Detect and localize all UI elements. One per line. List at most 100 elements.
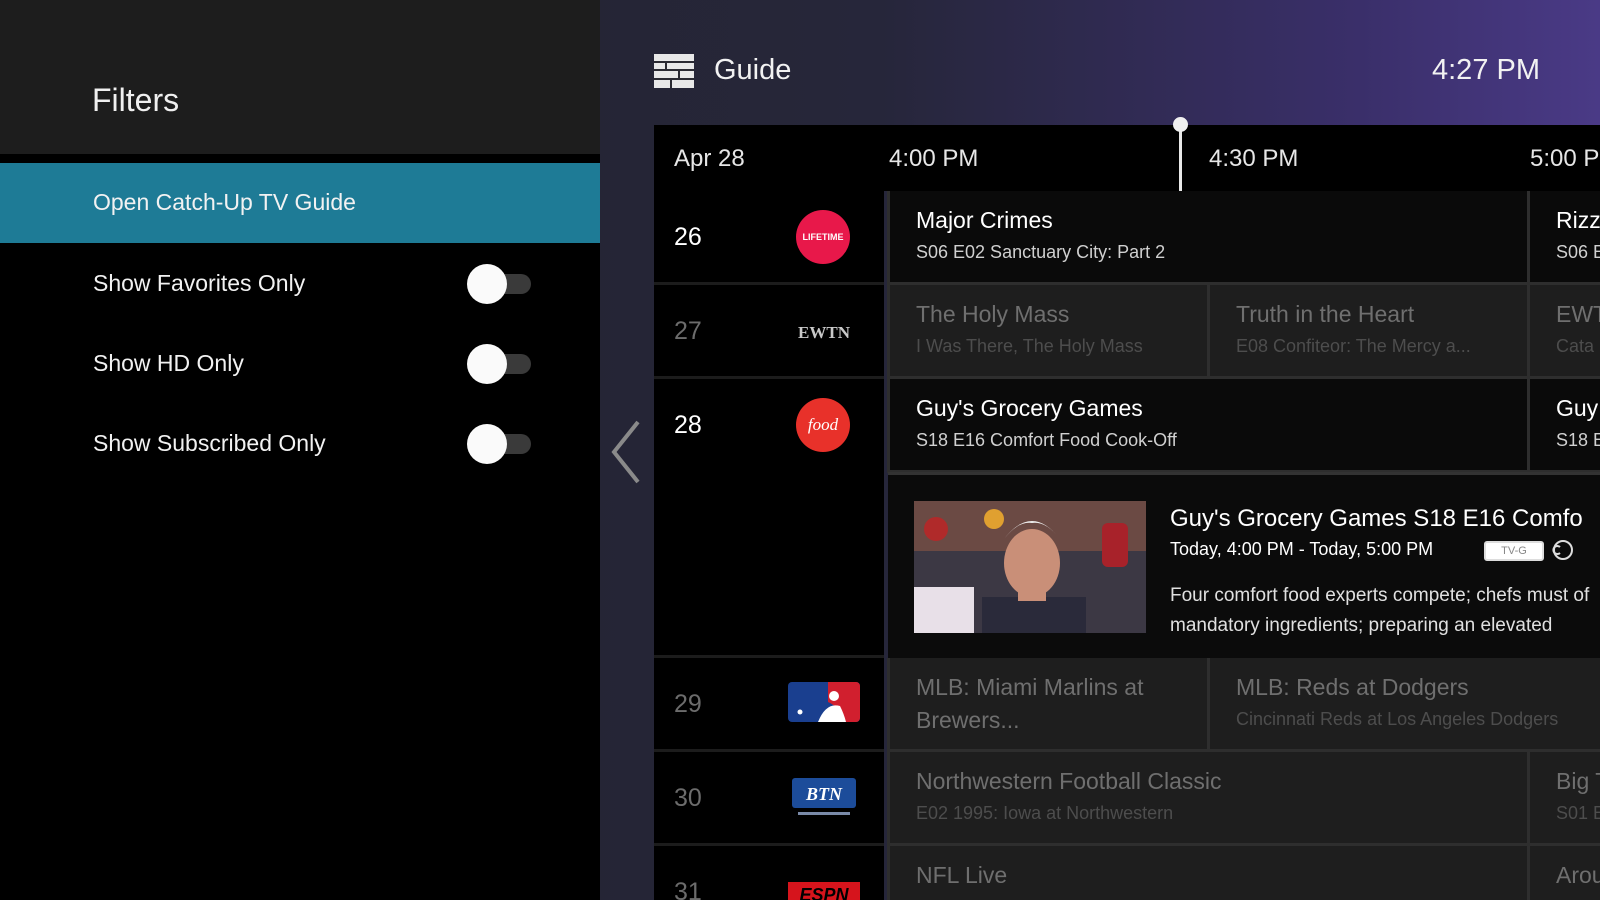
channel-row: 29 MLB: Miami Marlins at Brewers... MLB:… xyxy=(654,658,1600,752)
filter-label: Show Subscribed Only xyxy=(93,430,326,456)
filter-label: Show HD Only xyxy=(93,350,244,376)
current-time-dot xyxy=(1173,117,1188,132)
program-detail-card[interactable]: Guy's Grocery Games S18 E16 Comfo Today,… xyxy=(888,472,1600,659)
program-title: The Holy Mass xyxy=(916,301,1070,327)
program-title: Arou xyxy=(1556,862,1600,888)
guide-title: Guide xyxy=(714,54,792,86)
food-network-logo: food xyxy=(796,398,850,452)
channel-cell[interactable]: 31 ESPN xyxy=(654,846,884,900)
channel-cell[interactable]: 29 xyxy=(654,658,884,752)
program-subtitle: Cincinnati Reds at Los Angeles Dodgers xyxy=(1236,709,1559,729)
program-cell[interactable]: Major Crimes S06 E02 Sanctuary City: Par… xyxy=(887,191,1527,285)
program-title: Big T xyxy=(1556,768,1600,794)
timeline-slot: 5:00 P xyxy=(1530,145,1600,172)
channel-cell[interactable]: 26 LIFETIME xyxy=(654,191,884,285)
lifetime-logo: LIFETIME xyxy=(796,210,850,264)
program-title: MLB: Reds at Dodgers xyxy=(1236,674,1469,700)
program-cell[interactable]: MLB: Reds at Dodgers Cincinnati Reds at … xyxy=(1207,658,1600,752)
filter-label: Open Catch-Up TV Guide xyxy=(93,189,356,215)
svg-text:food: food xyxy=(808,415,839,434)
filter-favorites-only[interactable]: Show Favorites Only xyxy=(0,244,600,324)
channel-row: 31 ESPN NFL Live Arou xyxy=(654,846,1600,900)
current-time-indicator xyxy=(1179,125,1182,191)
guide-grid-icon xyxy=(654,54,694,88)
hd-toggle[interactable] xyxy=(467,344,533,384)
channel-row: 26 LIFETIME Major Crimes S06 E02 Sanctua… xyxy=(654,191,1600,285)
svg-text:LIFETIME: LIFETIME xyxy=(803,232,844,242)
channel-number: 27 xyxy=(674,317,702,345)
channel-cell[interactable]: 28 food xyxy=(654,379,884,658)
svg-text:ESPN: ESPN xyxy=(799,885,849,900)
filters-panel: Filters Open Catch-Up TV Guide Show Favo… xyxy=(0,0,600,900)
program-title: Guy xyxy=(1556,395,1599,421)
program-cell[interactable]: Guy's Grocery Games S18 E16 Comfort Food… xyxy=(887,379,1527,473)
program-subtitle: S01 E xyxy=(1556,803,1600,823)
channel-row: 27 EWTN The Holy Mass I Was There, The H… xyxy=(654,285,1600,379)
favorites-toggle[interactable] xyxy=(467,264,533,304)
program-cell[interactable]: Truth in the Heart E08 Confiteor: The Me… xyxy=(1207,285,1527,379)
detail-title: Guy's Grocery Games S18 E16 Comfo xyxy=(1170,505,1583,532)
channel-row: 30 BTN Northwestern Football Classic E02… xyxy=(654,752,1600,846)
program-title: Major Crimes xyxy=(916,207,1053,233)
svg-text:EWTN: EWTN xyxy=(798,323,851,342)
detail-time: Today, 4:00 PM - Today, 5:00 PM xyxy=(1170,539,1434,559)
program-cell[interactable]: The Holy Mass I Was There, The Holy Mass xyxy=(887,285,1207,379)
program-cell[interactable]: NFL Live xyxy=(887,846,1527,900)
timeline-date: Apr 28 xyxy=(674,145,745,172)
program-title: MLB: Miami Marlins at xyxy=(916,674,1144,700)
filters-header: Filters xyxy=(0,0,600,154)
channel-number: 30 xyxy=(674,784,702,812)
toggle-knob xyxy=(467,424,507,464)
timeline-header: Apr 28 4:00 PM 4:30 PM 5:00 P xyxy=(654,117,1600,191)
timeline-slot: 4:00 PM xyxy=(889,145,979,172)
svg-text:BTN: BTN xyxy=(805,784,843,804)
filter-subscribed-only[interactable]: Show Subscribed Only xyxy=(0,404,600,484)
program-subtitle: S06 E02 Sanctuary City: Part 2 xyxy=(916,242,1166,262)
program-subtitle: S06 E xyxy=(1556,242,1600,262)
subscribed-toggle[interactable] xyxy=(467,424,533,464)
program-cell[interactable]: MLB: Miami Marlins at Brewers... xyxy=(887,658,1207,752)
guide-header: Guide 4:27 PM xyxy=(654,48,1584,98)
filter-open-catchup-guide[interactable]: Open Catch-Up TV Guide xyxy=(0,163,600,243)
filters-title: Filters xyxy=(92,82,180,118)
program-cell[interactable]: EWT Cata xyxy=(1527,285,1600,379)
timeline-slot: 4:30 PM xyxy=(1209,145,1299,172)
channel-number: 28 xyxy=(674,411,702,439)
program-title: Guy's Grocery Games xyxy=(916,395,1143,421)
program-subtitle: Brewers... xyxy=(916,707,1020,733)
chevron-left-icon[interactable] xyxy=(608,418,644,486)
clock: 4:27 PM xyxy=(1432,54,1540,86)
filter-hd-only[interactable]: Show HD Only xyxy=(0,324,600,404)
channel-number: 26 xyxy=(674,223,702,251)
channel-cell[interactable]: 30 BTN xyxy=(654,752,884,846)
cc-icon xyxy=(1552,540,1573,560)
espn-logo: ESPN xyxy=(788,882,860,900)
program-title: Rizzo xyxy=(1556,207,1600,233)
program-subtitle: S18 E16 Comfort Food Cook-Off xyxy=(916,430,1177,450)
program-title: Truth in the Heart xyxy=(1236,301,1415,327)
program-subtitle: S18 E xyxy=(1556,430,1600,450)
filter-label: Show Favorites Only xyxy=(93,270,306,296)
program-title: Northwestern Football Classic xyxy=(916,768,1222,794)
detail-description: Four comfort food experts compete; chefs… xyxy=(1170,585,1590,636)
program-cell[interactable]: Northwestern Football Classic E02 1995: … xyxy=(887,752,1527,846)
rating-text: TV-G xyxy=(1501,545,1527,557)
program-subtitle: E02 1995: Iowa at Northwestern xyxy=(916,803,1174,823)
channel-cell[interactable]: 27 EWTN xyxy=(654,285,884,379)
program-subtitle: I Was There, The Holy Mass xyxy=(916,336,1143,356)
toggle-knob xyxy=(467,344,507,384)
program-subtitle: E08 Confiteor: The Mercy a... xyxy=(1236,336,1471,356)
program-thumbnail xyxy=(914,501,1146,633)
program-cell[interactable]: Big T S01 E xyxy=(1527,752,1600,846)
btn-logo: BTN xyxy=(792,778,856,815)
program-subtitle: Cata xyxy=(1556,336,1595,356)
program-cell[interactable]: Guy S18 E xyxy=(1527,379,1600,473)
program-title: NFL Live xyxy=(916,862,1008,888)
channel-number: 31 xyxy=(674,878,702,900)
program-cell[interactable]: Arou xyxy=(1527,846,1600,900)
ewtn-logo: EWTN xyxy=(798,323,851,342)
program-cell[interactable]: Rizzo S06 E xyxy=(1527,191,1600,285)
rating-badge: TV-G xyxy=(1484,541,1544,561)
channel-number: 29 xyxy=(674,690,702,718)
mlb-logo xyxy=(788,682,860,722)
